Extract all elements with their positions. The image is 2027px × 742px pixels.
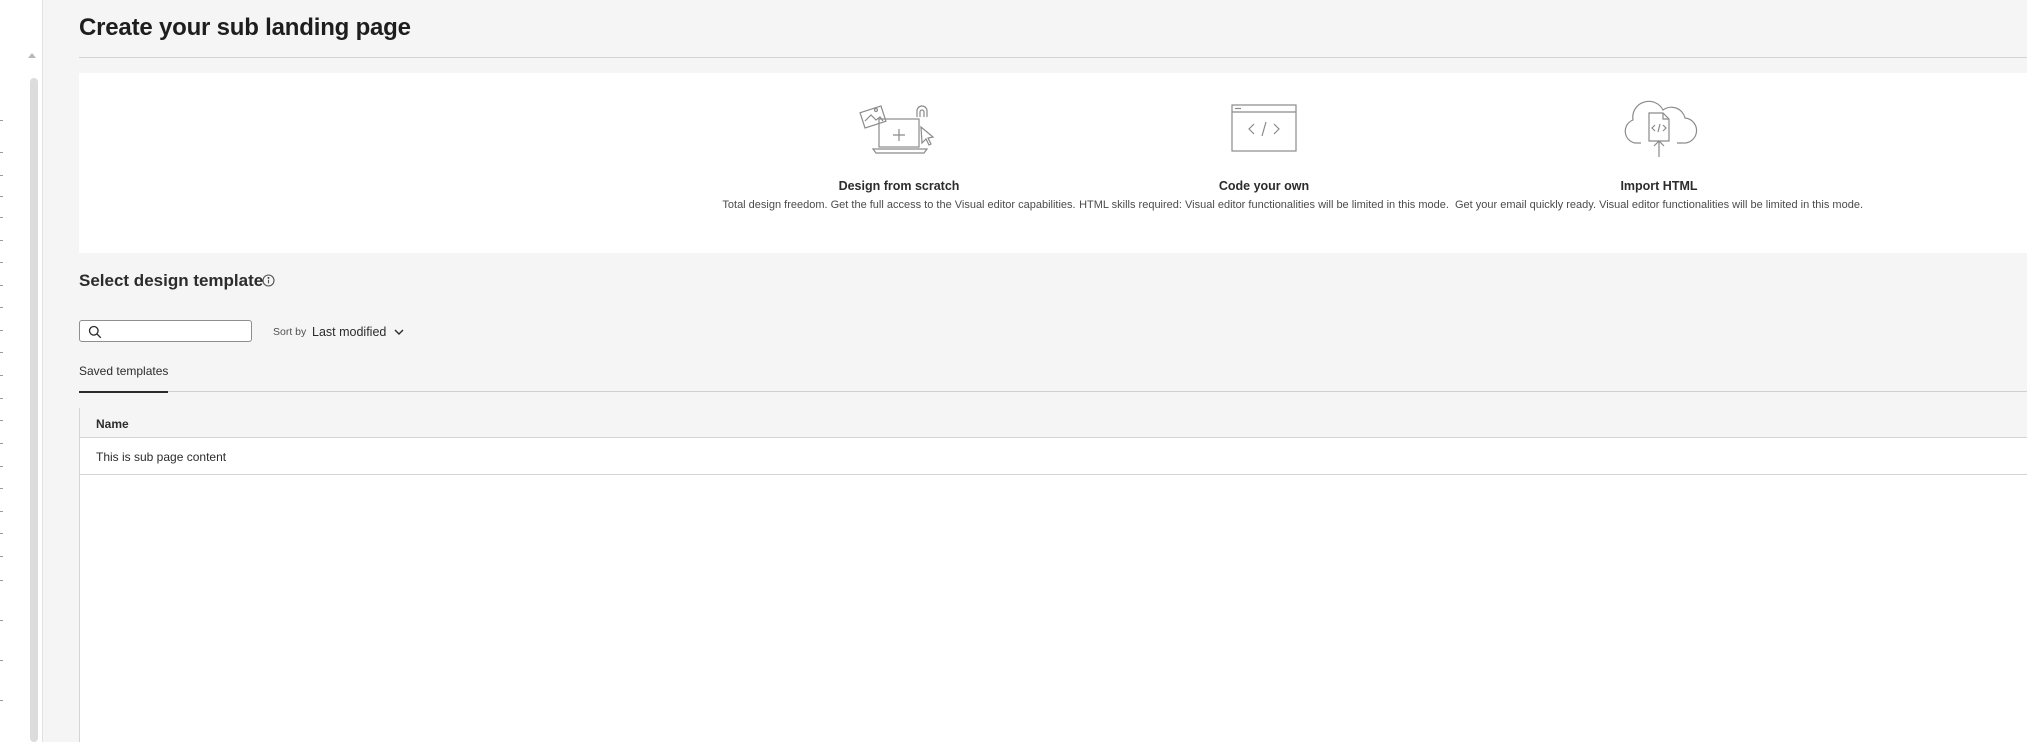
option-title: Code your own (1218, 179, 1310, 193)
chevron-down-icon (394, 329, 404, 335)
rail-tick (0, 660, 3, 661)
rail-tick (0, 120, 3, 121)
rail-tick (0, 420, 3, 421)
table-header: Name (80, 408, 2027, 438)
table-cell-name: This is sub page content (96, 450, 227, 464)
option-code-your-own[interactable]: Code your own HTML skills required: Visu… (1079, 73, 1449, 253)
sort-dropdown[interactable]: Last modified (312, 322, 404, 342)
rail-tick (0, 488, 3, 489)
option-description: Total design freedom. Get the full acces… (722, 199, 1076, 211)
design-from-scratch-icon (859, 97, 939, 159)
left-rail (0, 0, 43, 742)
rail-tick (0, 580, 3, 581)
rail-tick (0, 443, 3, 444)
search-field[interactable] (79, 320, 252, 342)
creation-options-panel: Design from scratch Total design freedom… (79, 73, 2027, 253)
sort-selected-value: Last modified (312, 325, 387, 339)
rail-tick (0, 330, 3, 331)
rail-tick (0, 285, 3, 286)
tab-label: Saved templates (79, 364, 169, 378)
rail-tick (0, 307, 3, 308)
option-title: Design from scratch (838, 179, 960, 193)
page-title: Create your sub landing page (79, 14, 411, 41)
rail-tick (0, 511, 3, 512)
rail-tick (0, 196, 3, 197)
rail-scrollbar[interactable] (30, 78, 38, 742)
rail-tick (0, 466, 3, 467)
rail-tick (0, 262, 3, 263)
rail-tick (0, 556, 3, 557)
table-row[interactable]: This is sub page content (80, 438, 2027, 475)
rail-tick (0, 175, 3, 176)
cloud-upload-icon (1619, 97, 1699, 159)
column-header-name[interactable]: Name (96, 417, 129, 431)
rail-tick (0, 700, 3, 701)
search-icon (88, 325, 102, 339)
tabs-divider (79, 391, 2027, 392)
sort-label: Sort by (273, 326, 307, 338)
main-content: Create your sub landing page Design from… (44, 0, 2027, 742)
rail-tick (0, 533, 3, 534)
section-title: Select design template (79, 271, 264, 290)
option-description: HTML skills required: Visual editor func… (1079, 199, 1449, 211)
search-input[interactable] (106, 323, 246, 339)
rail-tick (0, 352, 3, 353)
templates-table: Name This is sub page content (79, 408, 2027, 742)
rail-tick (0, 152, 3, 153)
info-icon[interactable] (262, 274, 275, 287)
option-design-from-scratch[interactable]: Design from scratch Total design freedom… (719, 73, 1079, 253)
option-title: Import HTML (1620, 179, 1698, 193)
rail-tick (0, 217, 3, 218)
option-import-html[interactable]: Import HTML Get your email quickly ready… (1449, 73, 1869, 253)
rail-tick (0, 375, 3, 376)
tab-saved-templates[interactable]: Saved templates (79, 364, 169, 393)
scroll-up-arrow-icon[interactable] (28, 53, 36, 58)
option-description: Get your email quickly ready. Visual edi… (1455, 199, 1863, 211)
rail-tick (0, 240, 3, 241)
rail-tick (0, 398, 3, 399)
code-window-icon (1224, 97, 1304, 159)
rail-tick (0, 620, 3, 621)
title-divider (79, 57, 2027, 58)
active-tab-indicator (79, 391, 169, 393)
